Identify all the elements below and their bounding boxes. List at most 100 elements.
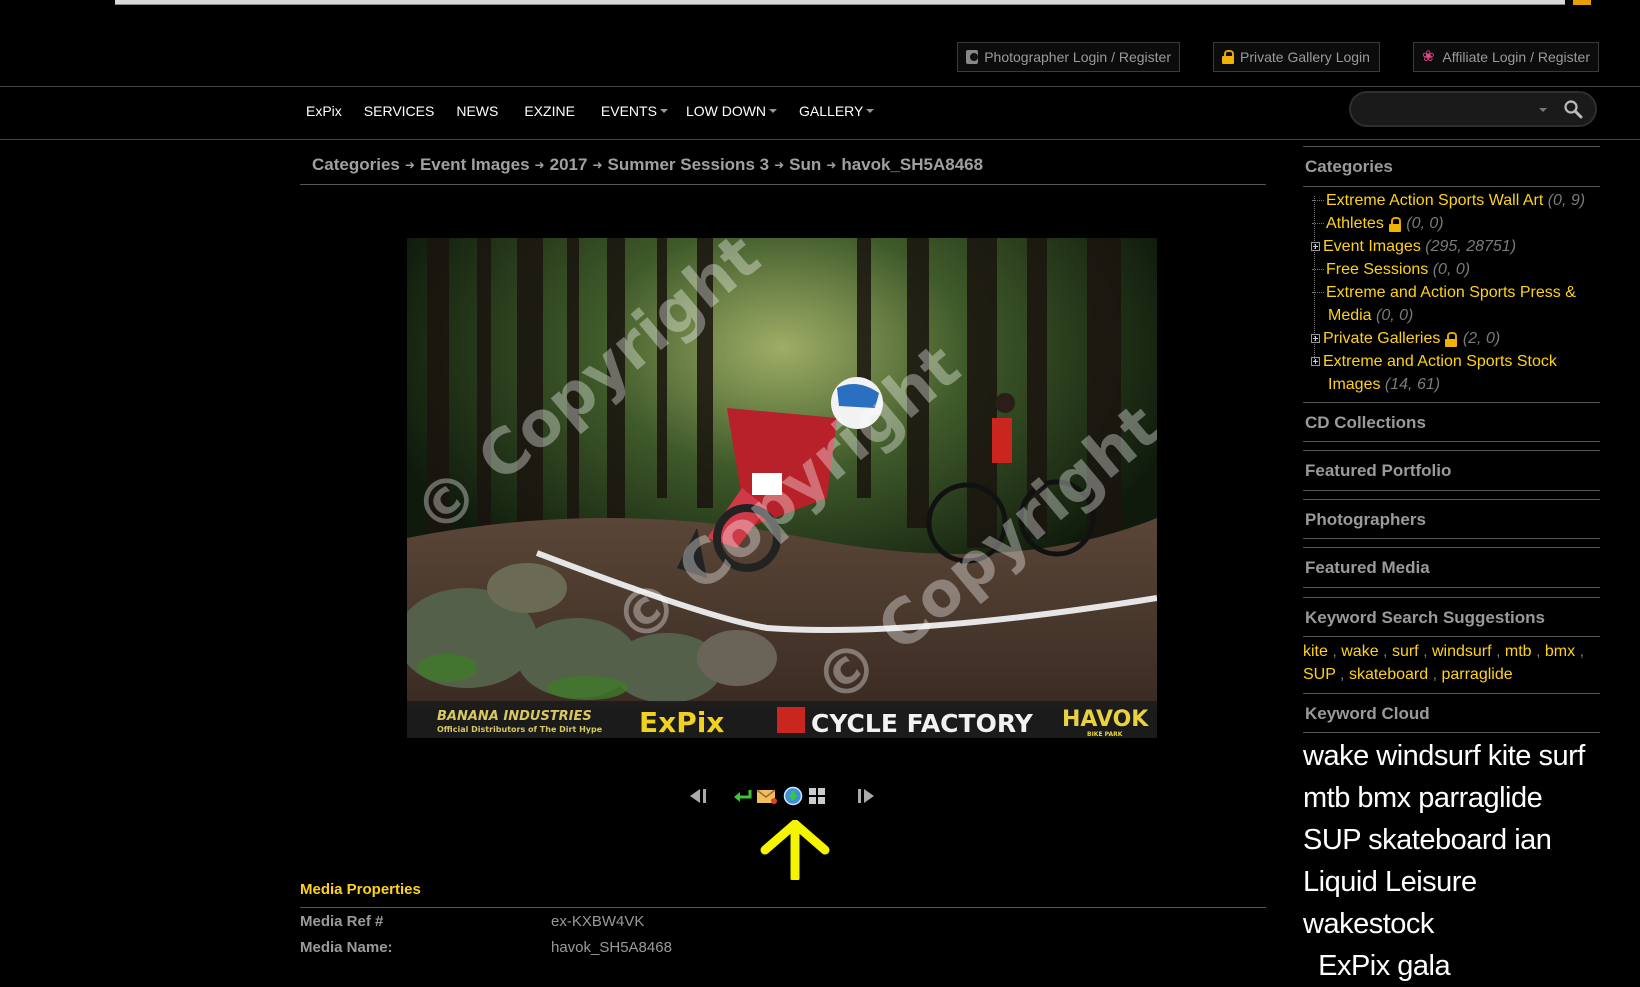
cd-collections-heading[interactable]: CD Collections bbox=[1305, 413, 1426, 433]
categories-heading[interactable]: Categories bbox=[1305, 157, 1393, 177]
category-item[interactable]: Athletes (0, 0) bbox=[1312, 212, 1444, 235]
keyword-link[interactable]: skateboard bbox=[1349, 666, 1428, 683]
private-gallery-login-button[interactable]: Private Gallery Login bbox=[1213, 42, 1380, 72]
keyword-cloud-line[interactable]: SUP skateboard ian bbox=[1303, 819, 1603, 861]
featured-portfolio-heading[interactable]: Featured Portfolio bbox=[1305, 461, 1451, 481]
category-label: Athletes bbox=[1326, 215, 1384, 232]
next-icon[interactable] bbox=[856, 787, 878, 810]
media-ref-row: Media Ref # ex-KXBW4VK bbox=[300, 913, 644, 930]
nav-exzine[interactable]: EXZINE bbox=[524, 103, 575, 119]
sidebar-divider bbox=[1303, 587, 1600, 588]
sidebar-divider bbox=[1303, 490, 1600, 491]
expand-icon[interactable] bbox=[1311, 334, 1320, 344]
breadcrumb-categories[interactable]: Categories bbox=[312, 155, 400, 175]
nav-news[interactable]: NEWS bbox=[456, 103, 498, 119]
nav-events-label: EVENTS bbox=[600, 103, 657, 119]
breadcrumb-event-images[interactable]: Event Images bbox=[420, 155, 530, 175]
keyword-link[interactable]: bmx bbox=[1545, 643, 1575, 660]
category-label: Event Images bbox=[1323, 238, 1421, 255]
nav-low-down[interactable]: LOW DOWN bbox=[686, 103, 778, 119]
nav-gallery[interactable]: GALLERY bbox=[799, 103, 875, 119]
tree-connector bbox=[1312, 222, 1324, 225]
media-ref-key: Media Ref # bbox=[300, 913, 384, 930]
expand-icon[interactable] bbox=[1311, 357, 1320, 367]
category-label: Extreme Action Sports Wall Art bbox=[1326, 192, 1544, 209]
category-count: (0, 9) bbox=[1547, 192, 1586, 209]
keyword-link[interactable]: parraglide bbox=[1441, 666, 1512, 683]
category-item[interactable]: Extreme and Action Sports Press & bbox=[1312, 281, 1576, 304]
nav-expix-label: ExPix bbox=[306, 103, 342, 119]
photo-image: © Copyright © Copyright © Copyright BANA… bbox=[407, 238, 1157, 738]
keyword-link[interactable]: SUP bbox=[1303, 666, 1336, 683]
lock-icon bbox=[1222, 50, 1234, 64]
category-item[interactable]: Free Sessions (0, 0) bbox=[1312, 258, 1470, 281]
keyword-cloud-line[interactable]: Liquid Leisure bbox=[1303, 861, 1603, 903]
photographers-heading[interactable]: Photographers bbox=[1305, 510, 1426, 530]
expand-icon[interactable] bbox=[1311, 242, 1320, 252]
breadcrumb-arrow-icon: ➜ bbox=[592, 158, 603, 172]
nav-expix[interactable]: ExPix bbox=[306, 103, 342, 119]
keyword-cloud-line[interactable]: mtb bmx parraglide bbox=[1303, 777, 1603, 819]
breadcrumb: Categories ➜ Event Images ➜ 2017 ➜ Summe… bbox=[312, 155, 983, 175]
breadcrumb-sun[interactable]: Sun bbox=[789, 155, 821, 175]
category-label: Free Sessions bbox=[1326, 261, 1429, 278]
download-icon[interactable] bbox=[783, 786, 803, 811]
keyword-link[interactable]: mtb bbox=[1505, 643, 1532, 660]
category-item-continued[interactable]: Media (0, 0) bbox=[1328, 304, 1413, 327]
category-label: Images bbox=[1328, 376, 1381, 393]
affiliate-login-label: Affiliate Login / Register bbox=[1442, 49, 1590, 65]
sidebar-divider bbox=[1303, 547, 1600, 548]
keyword-link[interactable]: wake bbox=[1341, 643, 1378, 660]
nav-events[interactable]: EVENTS bbox=[601, 103, 668, 119]
keyword-cloud: wake windsurf kite surf mtb bmx parragli… bbox=[1303, 735, 1603, 987]
search-input[interactable] bbox=[1365, 99, 1529, 121]
media-ref-value: ex-KXBW4VK bbox=[551, 913, 645, 930]
nav-news-label: NEWS bbox=[456, 103, 499, 119]
category-count: (0, 0) bbox=[1406, 215, 1444, 232]
keyword-suggestions: kite , wake , surf , windsurf , mtb , bm… bbox=[1303, 643, 1585, 683]
category-count: (14, 61) bbox=[1384, 376, 1441, 393]
photographer-login-button[interactable]: Photographer Login / Register bbox=[957, 42, 1180, 72]
nav-services[interactable]: SERVICES bbox=[364, 103, 435, 119]
email-icon[interactable] bbox=[756, 787, 778, 810]
keyword-cloud-line[interactable]: wake windsurf kite surf bbox=[1303, 735, 1603, 777]
keyword-cloud-line[interactable]: wakestock bbox=[1303, 903, 1603, 945]
breadcrumb-2017[interactable]: 2017 bbox=[550, 155, 588, 175]
media-properties-title: Media Properties bbox=[300, 881, 421, 898]
search-dropdown-icon[interactable] bbox=[1539, 108, 1547, 112]
category-label: Private Galleries bbox=[1323, 330, 1441, 347]
svg-text:Official Distributors of The D: Official Distributors of The Dirt Hype bbox=[437, 725, 603, 734]
category-count: (295, 28751) bbox=[1425, 238, 1517, 255]
grid-icon[interactable] bbox=[808, 787, 826, 810]
category-item[interactable]: Extreme and Action Sports Stock bbox=[1311, 350, 1557, 373]
search-icon[interactable] bbox=[1563, 99, 1583, 119]
breadcrumb-current: havok_SH5A8468 bbox=[841, 155, 984, 174]
photographer-login-label: Photographer Login / Register bbox=[984, 49, 1171, 65]
breadcrumb-divider bbox=[300, 184, 1266, 185]
back-icon[interactable] bbox=[732, 787, 752, 810]
keyword-link[interactable]: windsurf bbox=[1432, 643, 1492, 660]
search-box bbox=[1349, 91, 1597, 127]
keyword-cloud-line[interactable]: ExPix gala bbox=[1303, 945, 1603, 987]
tree-connector bbox=[1312, 291, 1324, 294]
category-item-continued[interactable]: Images (14, 61) bbox=[1328, 373, 1440, 396]
keyword-link[interactable]: surf bbox=[1392, 643, 1419, 660]
prev-icon[interactable] bbox=[686, 787, 708, 810]
nav-gallery-label: GALLERY bbox=[799, 103, 864, 119]
category-count: (0, 0) bbox=[1432, 261, 1471, 278]
keyword-link[interactable]: kite bbox=[1303, 643, 1328, 660]
featured-media-heading[interactable]: Featured Media bbox=[1305, 558, 1430, 578]
annotation-arrow-icon bbox=[760, 820, 830, 880]
svg-text:BIKE PARK: BIKE PARK bbox=[1087, 731, 1123, 738]
category-item[interactable]: Extreme Action Sports Wall Art (0, 9) bbox=[1312, 189, 1585, 212]
affiliate-icon: ❀ bbox=[1422, 48, 1435, 65]
category-item[interactable]: Event Images (295, 28751) bbox=[1311, 235, 1517, 258]
category-item[interactable]: Private Galleries (2, 0) bbox=[1311, 327, 1500, 350]
tree-connector bbox=[1312, 199, 1324, 202]
media-photo[interactable]: © Copyright © Copyright © Copyright BANA… bbox=[407, 238, 1157, 738]
lock-icon bbox=[1388, 216, 1402, 232]
top-accent bbox=[1573, 0, 1591, 5]
sidebar-divider bbox=[1303, 441, 1600, 442]
breadcrumb-summer-sessions[interactable]: Summer Sessions 3 bbox=[608, 155, 770, 175]
affiliate-login-button[interactable]: ❀ Affiliate Login / Register bbox=[1413, 42, 1599, 72]
